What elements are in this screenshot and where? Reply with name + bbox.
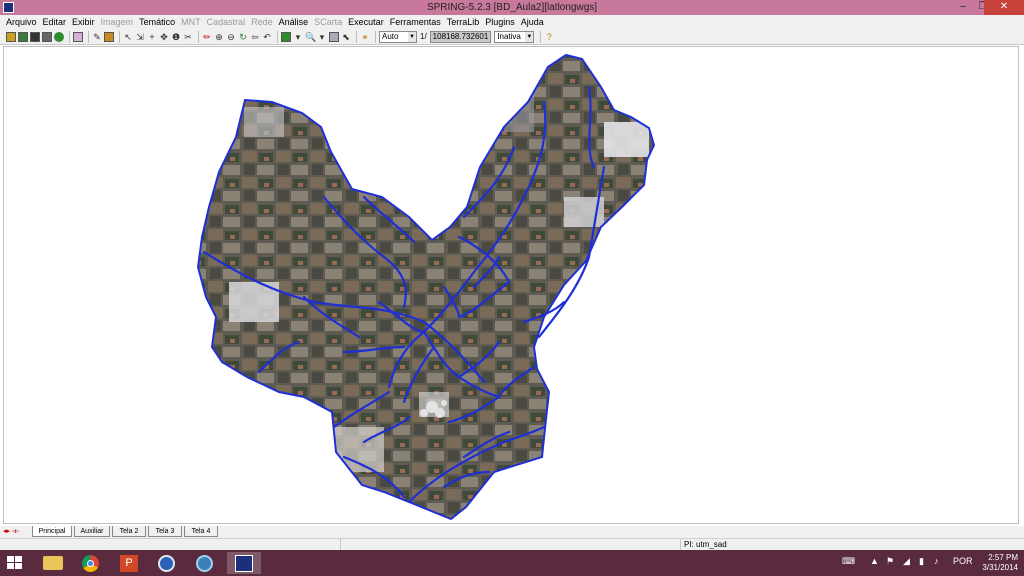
menu-exibir[interactable]: Exibir [69, 15, 98, 29]
help-icon[interactable]: ? [544, 32, 554, 42]
pan-icon[interactable]: ✥ [159, 32, 169, 42]
mode-select[interactable]: Inativa ▼ [494, 30, 535, 43]
powerpoint-icon[interactable]: P [112, 552, 146, 574]
undo-icon[interactable]: ↶ [262, 32, 272, 42]
layers-icon[interactable] [30, 31, 40, 42]
zoom-in-icon[interactable]: ⊕ [214, 32, 224, 42]
select-icon[interactable]: ⬉ [341, 32, 351, 42]
status-bar: PI: utm_sad [0, 538, 1024, 550]
cursor-info-icon[interactable]: ⇲ [135, 32, 145, 42]
menu-scarta[interactable]: SCarta [311, 15, 345, 29]
crosshair-icon[interactable]: + [147, 32, 157, 42]
project-icon[interactable] [18, 31, 28, 42]
windows-start-icon[interactable] [7, 556, 23, 570]
search-app-icon[interactable] [188, 552, 222, 574]
chrome-icon[interactable] [74, 552, 108, 574]
map-canvas[interactable] [3, 46, 1019, 524]
volume-icon[interactable]: ♪ [934, 556, 939, 566]
menu-plugins[interactable]: Plugins [482, 15, 518, 29]
menu-terralib[interactable]: TerraLib [444, 15, 483, 29]
dropdown-arrow-icon[interactable]: ▾ [293, 32, 303, 42]
taskbar: P ⌨ ▲ ⚑ ◢ ▮ ♪ POR 2:57 PM 3/31/2014 [0, 550, 1024, 576]
zoom-mode-select[interactable]: Auto ▼ [379, 30, 417, 43]
tool-icon[interactable]: ✎ [92, 32, 102, 42]
chart-icon[interactable] [104, 31, 114, 42]
database-icon[interactable] [6, 31, 16, 42]
power-icon[interactable]: ▮ [919, 556, 924, 567]
display-icon[interactable] [281, 31, 291, 42]
pointer-icon[interactable]: ↖ [123, 32, 133, 42]
tab-nav-arrows[interactable]: ◂▸ ◃▹ [3, 527, 19, 535]
zoom-tool-icon[interactable]: 🔍 [305, 32, 316, 42]
close-button[interactable]: ✕ [984, 0, 1024, 15]
spring-taskbar-icon[interactable] [227, 552, 261, 574]
projection-status: PI: utm_sad [684, 540, 727, 549]
clock-time: 2:57 PM [988, 553, 1018, 562]
menu-rede[interactable]: Rede [248, 15, 276, 29]
menu-analise[interactable]: Análise [276, 15, 312, 29]
menu-arquivo[interactable]: Arquivo [3, 15, 40, 29]
zoom-mode-value: Auto [382, 31, 399, 41]
tab-principal[interactable]: Principal [32, 526, 72, 537]
taskbar-clock[interactable]: 2:57 PM 3/31/2014 [982, 553, 1018, 573]
back-icon[interactable]: ⇦ [250, 32, 260, 42]
grid-icon[interactable] [329, 31, 339, 42]
edit-icon[interactable]: ✏ [202, 32, 212, 42]
refresh-icon[interactable]: ↻ [238, 32, 248, 42]
title-bar: SPRING-5.2.3 [BD_Aula2][latlongwgs] – ❐ … [0, 0, 1024, 15]
menu-bar: Arquivo Editar Exibir Imagem Temático MN… [0, 15, 1024, 29]
chevron-down-icon: ▼ [408, 31, 416, 42]
action-center-icon[interactable]: ⚑ [886, 556, 894, 567]
tab-tela-4[interactable]: Tela 4 [184, 526, 218, 537]
tab-tela-2[interactable]: Tela 2 [112, 526, 146, 537]
toolbar: ✎ ↖ ⇲ + ✥ ❶ ✂ ✏ ⊕ ⊖ ↻ ⇦ ↶ ▾ 🔍 ▾ ⬉ ⚭ Auto… [0, 29, 1024, 45]
mode-value: Inativa [497, 31, 521, 41]
panel-icon[interactable] [54, 31, 64, 42]
menu-executar[interactable]: Executar [345, 15, 387, 29]
info-icon[interactable]: ❶ [171, 32, 181, 42]
show-hidden-icons[interactable]: ▲ [870, 556, 879, 566]
zoom-out-icon[interactable]: ⊖ [226, 32, 236, 42]
input-language[interactable]: POR [953, 556, 973, 566]
table-icon[interactable] [42, 31, 52, 42]
tab-tela-3[interactable]: Tela 3 [148, 526, 182, 537]
window-title: SPRING-5.2.3 [BD_Aula2][latlongwgs] [426, 2, 598, 13]
tab-auxiliar[interactable]: Auxiliar [74, 526, 110, 537]
scale-prefix: 1/ [420, 32, 427, 41]
clock-date: 3/31/2014 [982, 563, 1018, 572]
keyboard-icon[interactable]: ⌨ [842, 556, 855, 567]
measure-icon[interactable]: ✂ [183, 32, 193, 42]
google-earth-icon[interactable] [150, 552, 184, 574]
scale-field[interactable]: 108168.732601 [429, 30, 492, 43]
menu-editar[interactable]: Editar [40, 15, 70, 29]
menu-cadastral[interactable]: Cadastral [204, 15, 249, 29]
print-icon[interactable] [73, 31, 83, 42]
menu-ferramentas[interactable]: Ferramentas [387, 15, 444, 29]
menu-tematico[interactable]: Temático [136, 15, 178, 29]
menu-imagem[interactable]: Imagem [98, 15, 137, 29]
view-tabs-bar: ◂▸ ◃▹ Principal Auxiliar Tela 2 Tela 3 T… [0, 526, 1024, 538]
link-icon[interactable]: ⚭ [360, 32, 370, 42]
watershed-map [196, 53, 656, 521]
menu-mnt[interactable]: MNT [178, 15, 204, 29]
dropdown-arrow-icon-2[interactable]: ▾ [317, 32, 327, 42]
network-icon[interactable]: ◢ [903, 556, 910, 567]
file-explorer-icon[interactable] [36, 552, 70, 574]
menu-ajuda[interactable]: Ajuda [518, 15, 547, 29]
chevron-down-icon-2: ▼ [525, 31, 534, 42]
